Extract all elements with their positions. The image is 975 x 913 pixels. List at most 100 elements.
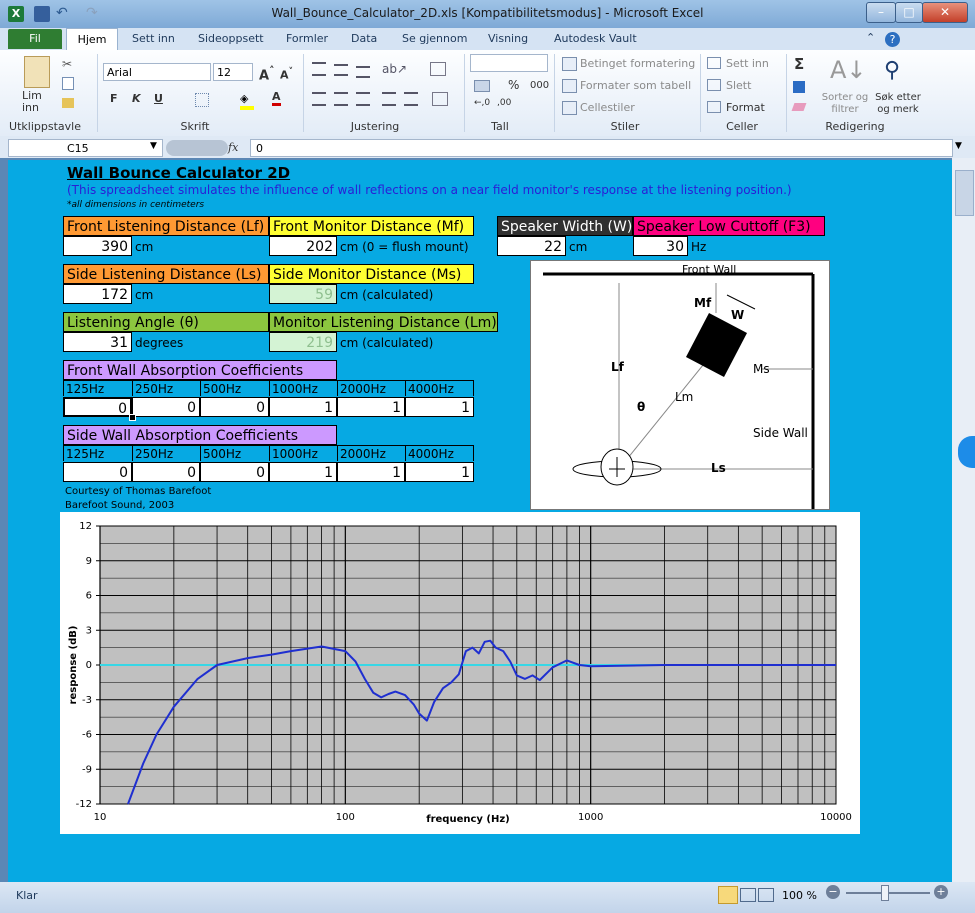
underline-button[interactable]: U xyxy=(154,92,163,105)
side-coef-250-input[interactable]: 0 xyxy=(132,462,200,482)
font-size-select[interactable]: 12 xyxy=(213,63,253,81)
help-icon[interactable]: ? xyxy=(885,32,900,47)
insert-function-icon[interactable]: fx xyxy=(228,141,238,154)
side-listening-input[interactable]: 172 xyxy=(63,284,132,304)
find-select-icon[interactable]: ⚲ xyxy=(884,58,900,84)
side-coef-500-input[interactable]: 0 xyxy=(200,462,269,482)
sort-filter-icon[interactable]: A↓ xyxy=(830,55,867,85)
currency-icon[interactable] xyxy=(474,80,490,92)
front-listening-input[interactable]: 390 xyxy=(63,236,132,256)
formula-input[interactable]: 0 xyxy=(250,139,953,157)
delete-cells-button[interactable]: Slett xyxy=(726,79,751,92)
tab-page-layout[interactable]: Sideoppsett xyxy=(198,28,264,50)
tab-home[interactable]: Hjem xyxy=(66,28,118,52)
percent-button[interactable]: % xyxy=(508,78,519,92)
tab-insert[interactable]: Sett inn xyxy=(132,28,175,50)
format-painter-icon[interactable] xyxy=(62,98,74,108)
dropbox-icon[interactable] xyxy=(958,436,975,468)
cell-styles-icon[interactable] xyxy=(562,101,577,115)
collapse-ribbon-icon[interactable]: ⌃ xyxy=(866,31,875,44)
front-coef-1000-input[interactable]: 1 xyxy=(269,397,337,417)
insert-cells-button[interactable]: Sett inn xyxy=(726,57,769,70)
align-top-icon[interactable] xyxy=(312,62,326,76)
close-button[interactable]: ✕ xyxy=(922,2,968,23)
orientation-icon[interactable]: ab↗ xyxy=(382,62,407,76)
tab-autodesk-vault[interactable]: Autodesk Vault xyxy=(554,28,637,50)
side-coef-125-input[interactable]: 0 xyxy=(63,462,132,482)
font-color-icon[interactable]: A xyxy=(272,90,281,106)
tab-formulas[interactable]: Formler xyxy=(286,28,328,50)
side-coef-4000-input[interactable]: 1 xyxy=(405,462,474,482)
borders-icon[interactable] xyxy=(195,93,209,107)
decrease-decimal-icon[interactable]: ,00 xyxy=(497,98,511,108)
front-coef-4000-input[interactable]: 1 xyxy=(405,397,474,417)
tab-file[interactable]: Fil xyxy=(8,29,62,49)
zoom-slider-thumb[interactable] xyxy=(881,885,889,901)
sort-filter-button[interactable]: Sorter og filtrer xyxy=(820,92,870,116)
speaker-cutoff-input[interactable]: 30 xyxy=(633,236,688,256)
align-bottom-icon[interactable] xyxy=(356,66,370,78)
normal-view-button[interactable] xyxy=(718,886,738,904)
zoom-out-button[interactable]: − xyxy=(826,885,840,899)
minimize-button[interactable]: – xyxy=(866,2,896,23)
align-left-icon[interactable] xyxy=(312,92,326,106)
format-cells-button[interactable]: Format xyxy=(726,101,765,114)
expand-formula-icon[interactable]: ▼ xyxy=(955,141,962,151)
name-box-dropdown-icon[interactable]: ▼ xyxy=(150,141,157,151)
find-select-button[interactable]: Søk etter og merk xyxy=(872,92,924,116)
conditional-format-button[interactable]: Betinget formatering xyxy=(580,57,695,70)
align-right-icon[interactable] xyxy=(356,92,370,106)
thousands-button[interactable]: 000 xyxy=(530,80,549,91)
format-cells-icon[interactable] xyxy=(707,101,721,113)
wrap-text-icon[interactable] xyxy=(430,62,446,76)
paste-icon[interactable] xyxy=(24,56,50,88)
number-format-select[interactable] xyxy=(470,54,548,72)
delete-cells-icon[interactable] xyxy=(707,79,721,91)
copy-icon[interactable] xyxy=(62,77,74,90)
paste-button-label[interactable]: Lim inn xyxy=(22,90,42,114)
side-coef-1000-input[interactable]: 1 xyxy=(269,462,337,482)
bold-button[interactable]: F xyxy=(110,92,118,105)
name-box[interactable]: C15 xyxy=(8,139,163,157)
zoom-level[interactable]: 100 % xyxy=(782,889,817,902)
grow-font-icon[interactable]: A˄ xyxy=(259,64,274,83)
fill-handle[interactable] xyxy=(129,414,136,421)
listening-angle-input[interactable]: 31 xyxy=(63,332,132,352)
tab-view[interactable]: Visning xyxy=(488,28,528,50)
tab-data[interactable]: Data xyxy=(351,28,377,50)
cut-icon[interactable]: ✂ xyxy=(62,57,72,71)
increase-indent-icon[interactable] xyxy=(404,92,418,106)
conditional-format-icon[interactable] xyxy=(562,57,577,71)
speaker-width-input[interactable]: 22 xyxy=(497,236,566,256)
page-break-view-button[interactable] xyxy=(758,888,774,902)
front-coef-500-input[interactable]: 0 xyxy=(200,397,269,417)
cell-styles-button[interactable]: Cellestiler xyxy=(580,101,635,114)
align-center-icon[interactable] xyxy=(334,92,348,106)
increase-decimal-icon[interactable]: ←,0 xyxy=(474,98,490,108)
decrease-indent-icon[interactable] xyxy=(382,92,396,106)
shrink-font-icon[interactable]: A˅ xyxy=(280,66,293,82)
side-coef-2000-input[interactable]: 1 xyxy=(337,462,405,482)
page-layout-view-button[interactable] xyxy=(740,888,756,902)
insert-cells-icon[interactable] xyxy=(707,57,721,69)
front-coef-250-input[interactable]: 0 xyxy=(132,397,200,417)
frequency-response-chart[interactable]: 12 9 6 3 0 -3 -6 -9 -12 10 100 1000 10000 frequency … xyxy=(60,512,860,834)
room-diagram[interactable]: Front Wall Side Wall Mf W Lf Ms Lm θ Ls xyxy=(530,260,830,510)
front-coef-2000-input[interactable]: 1 xyxy=(337,397,405,417)
fill-color-icon[interactable]: ◈ xyxy=(240,92,254,110)
formula-bar-resize-handle[interactable] xyxy=(166,140,228,156)
front-monitor-input[interactable]: 202 xyxy=(269,236,337,256)
align-middle-icon[interactable] xyxy=(334,64,348,76)
zoom-in-button[interactable]: + xyxy=(934,885,948,899)
tab-review[interactable]: Se gjennom xyxy=(402,28,467,50)
maximize-button[interactable]: □ xyxy=(895,2,923,23)
format-as-table-button[interactable]: Formater som tabell xyxy=(580,79,691,92)
scroll-thumb[interactable] xyxy=(955,170,974,216)
vertical-scrollbar[interactable] xyxy=(952,158,975,882)
merge-center-icon[interactable] xyxy=(432,92,448,106)
font-name-select[interactable]: Arial xyxy=(103,63,211,81)
fill-icon[interactable] xyxy=(793,81,805,93)
autosum-button[interactable]: Σ xyxy=(794,55,804,73)
format-table-icon[interactable] xyxy=(562,79,577,93)
front-coef-125-input[interactable]: 0 xyxy=(63,397,132,417)
